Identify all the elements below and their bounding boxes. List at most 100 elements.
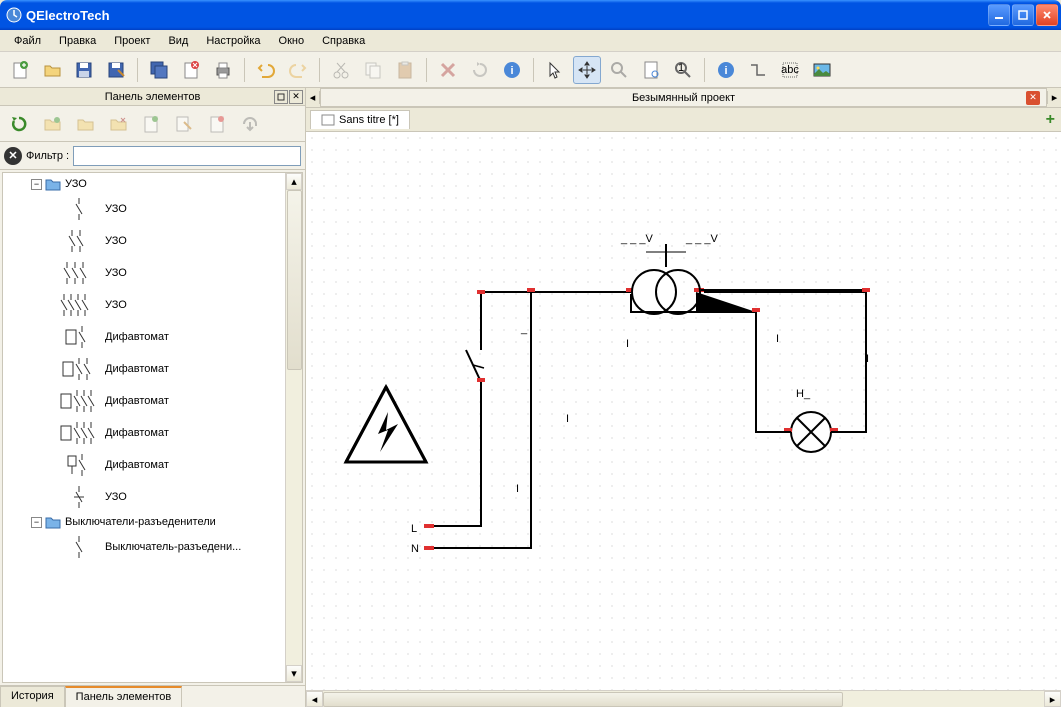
tab-scroll-left[interactable]: ◂	[306, 91, 320, 104]
tab-history[interactable]: История	[0, 686, 65, 707]
tree-item[interactable]: Дифавтомат	[3, 449, 302, 481]
delete-folder-button[interactable]	[103, 110, 133, 138]
menu-window[interactable]: Окно	[271, 33, 313, 49]
scroll-right-button[interactable]: ▸	[1044, 691, 1061, 707]
canvas-area: ◂ Безымянный проект ✕ ▸ Sans titre [*] +	[306, 88, 1061, 707]
horizontal-scrollbar[interactable]: ◂ ▸	[306, 690, 1061, 707]
new-element-button[interactable]	[136, 110, 166, 138]
element-icon	[59, 533, 99, 561]
main-toolbar: i 1 i abc	[0, 52, 1061, 88]
panel-float-button[interactable]	[274, 90, 288, 104]
tree-item[interactable]: Дифавтомат	[3, 417, 302, 449]
warning-symbol[interactable]	[346, 387, 426, 462]
tree-item[interactable]: УЗО	[3, 193, 302, 225]
app-icon	[6, 7, 22, 23]
cut-button[interactable]	[327, 56, 355, 84]
close-file-button[interactable]	[177, 56, 205, 84]
paste-button[interactable]	[391, 56, 419, 84]
tree-folder-label: Выключатели-разъеденители	[65, 516, 216, 528]
new-folder-button[interactable]	[37, 110, 67, 138]
zoom-button[interactable]	[605, 56, 633, 84]
element-icon	[59, 451, 99, 479]
sheet-tab-label: Sans titre [*]	[339, 114, 399, 126]
menu-edit[interactable]: Правка	[51, 33, 104, 49]
element-icon	[59, 227, 99, 255]
save-as-button[interactable]	[102, 56, 130, 84]
redo-button[interactable]	[284, 56, 312, 84]
scroll-down-button[interactable]: ▾	[286, 665, 302, 682]
import-button[interactable]	[235, 110, 265, 138]
tab-scroll-right[interactable]: ▸	[1047, 91, 1061, 104]
project-tab-label: Безымянный проект	[632, 92, 735, 104]
tree-item[interactable]: Дифавтомат	[3, 385, 302, 417]
delete-button[interactable]	[434, 56, 462, 84]
filter-input[interactable]	[73, 146, 301, 166]
save-button[interactable]	[70, 56, 98, 84]
close-button[interactable]	[1036, 4, 1058, 26]
elements-tree[interactable]: − УЗО УЗО УЗО УЗО УЗО Дифавтомат Дифавто…	[2, 172, 303, 683]
refresh-button[interactable]	[4, 110, 34, 138]
menu-settings[interactable]: Настройка	[198, 33, 268, 49]
svg-text:_ _ _V: _ _ _V	[685, 233, 718, 245]
tree-folder[interactable]: − Выключатели-разъеденители	[3, 513, 302, 531]
image-button[interactable]	[808, 56, 836, 84]
help-button[interactable]: i	[712, 56, 740, 84]
tab-elements[interactable]: Панель элементов	[65, 686, 183, 707]
lamp-symbol[interactable]	[696, 292, 838, 452]
label-n: N	[411, 543, 419, 555]
open-button[interactable]	[38, 56, 66, 84]
menu-file[interactable]: Файл	[6, 33, 49, 49]
tree-folder[interactable]: − УЗО	[3, 175, 302, 193]
panel-close-button[interactable]: ✕	[289, 90, 303, 104]
edit-element-button[interactable]	[169, 110, 199, 138]
edit-folder-button[interactable]	[70, 110, 100, 138]
page-button[interactable]	[637, 56, 665, 84]
tree-item[interactable]: УЗО	[3, 289, 302, 321]
collapse-icon[interactable]: −	[31, 517, 42, 528]
element-icon	[59, 291, 99, 319]
save-all-button[interactable]	[145, 56, 173, 84]
pointer-button[interactable]	[541, 56, 569, 84]
tree-item[interactable]: УЗО	[3, 225, 302, 257]
rotate-button[interactable]	[466, 56, 494, 84]
print-button[interactable]	[209, 56, 237, 84]
clear-filter-icon[interactable]: ✕	[4, 147, 22, 165]
zoom-fit-button[interactable]: 1	[669, 56, 697, 84]
scroll-up-button[interactable]: ▴	[286, 173, 302, 190]
menu-project[interactable]: Проект	[106, 33, 158, 49]
copy-button[interactable]	[359, 56, 387, 84]
add-sheet-button[interactable]: +	[1046, 111, 1055, 129]
tree-item[interactable]: Выключатель-разъедени...	[3, 531, 302, 563]
tree-folder-label: УЗО	[65, 178, 87, 190]
info-button[interactable]: i	[498, 56, 526, 84]
tree-item[interactable]: Дифавтомат	[3, 321, 302, 353]
scroll-left-button[interactable]: ◂	[306, 691, 323, 707]
project-tab[interactable]: Безымянный проект ✕	[320, 88, 1047, 107]
collapse-icon[interactable]: −	[31, 179, 42, 190]
delete-element-button[interactable]	[202, 110, 232, 138]
menu-help[interactable]: Справка	[314, 33, 373, 49]
h-scroll-thumb[interactable]	[323, 692, 843, 707]
maximize-button[interactable]	[1012, 4, 1034, 26]
schematic: L N	[306, 132, 1061, 690]
element-icon	[59, 387, 99, 415]
tree-scrollbar[interactable]: ▴ ▾	[285, 173, 302, 682]
menu-view[interactable]: Вид	[160, 33, 196, 49]
switch-symbol[interactable]	[466, 290, 631, 382]
minimize-button[interactable]	[988, 4, 1010, 26]
label-l: L	[411, 523, 417, 535]
move-button[interactable]	[573, 56, 601, 84]
undo-button[interactable]	[252, 56, 280, 84]
sheet-tab[interactable]: Sans titre [*]	[310, 110, 410, 129]
scroll-thumb[interactable]	[287, 190, 302, 370]
grid-button[interactable]: abc	[776, 56, 804, 84]
label-h: H_	[796, 388, 811, 400]
folder-icon	[45, 178, 61, 191]
wire-button[interactable]	[744, 56, 772, 84]
tree-item[interactable]: Дифавтомат	[3, 353, 302, 385]
tree-item[interactable]: УЗО	[3, 257, 302, 289]
canvas[interactable]: L N	[306, 132, 1061, 690]
close-tab-button[interactable]: ✕	[1026, 91, 1040, 105]
tree-item[interactable]: УЗО	[3, 481, 302, 513]
new-button[interactable]	[6, 56, 34, 84]
